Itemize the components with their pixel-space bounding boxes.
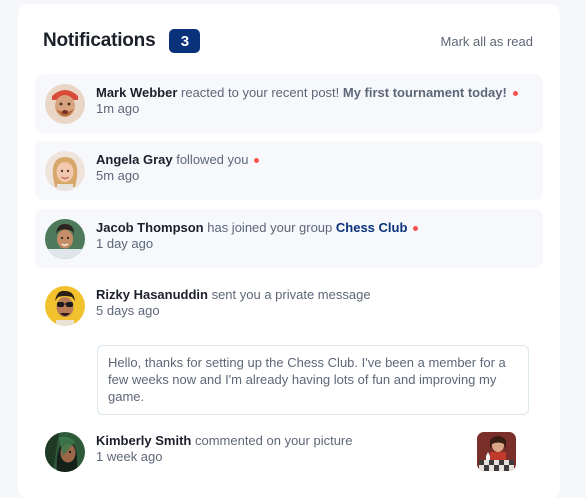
title-wrap: Notifications 3 <box>43 29 201 53</box>
notification-time: 5 days ago <box>96 303 160 318</box>
avatar-jacob-thompson[interactable] <box>45 219 85 259</box>
user-name-link[interactable]: Rizky Hasanuddin <box>96 287 208 302</box>
notification-action: reacted to your recent post! <box>177 85 343 100</box>
notification-text: Mark Webber reacted to your recent post!… <box>96 85 531 101</box>
notification-action: sent you a private message <box>207 287 371 302</box>
notification-item[interactable]: Rizky Hasanuddin sent you a private mess… <box>35 276 543 335</box>
notification-text: Jacob Thompson has joined your group Che… <box>96 220 531 236</box>
mark-all-read-button[interactable]: Mark all as read <box>441 34 533 49</box>
notification-time: 5m ago <box>96 168 140 183</box>
avatar-rizky-hasanuddin[interactable] <box>45 286 85 326</box>
notification-item[interactable]: Jacob Thompson has joined your group Che… <box>35 209 543 268</box>
notifications-card: Notifications 3 Mark all as read Mark We… <box>18 4 560 498</box>
notification-text: Angela Gray followed you <box>96 152 531 168</box>
unread-count-badge: 3 <box>169 29 201 53</box>
unread-dot <box>254 158 260 164</box>
notification-text: Kimberly Smith commented on your picture <box>96 433 531 449</box>
post-link[interactable]: My first tournament today! <box>343 85 507 100</box>
notification-action: followed you <box>172 152 249 167</box>
user-name-link[interactable]: Kimberly Smith <box>96 433 191 448</box>
notification-action: has joined your group <box>203 220 336 235</box>
group-link[interactable]: Chess Club <box>336 220 408 235</box>
notification-item[interactable]: Kimberly Smith commented on your picture… <box>35 422 543 482</box>
user-name-link[interactable]: Jacob Thompson <box>96 220 204 235</box>
notification-action: commented on your picture <box>191 433 353 448</box>
notification-time: 1m ago <box>96 101 140 116</box>
notification-item[interactable]: Angela Gray followed you 5m ago <box>35 141 543 200</box>
notifications-header: Notifications 3 Mark all as read <box>43 24 535 58</box>
notification-time: 1 day ago <box>96 236 154 251</box>
notification-time: 1 week ago <box>96 449 163 464</box>
user-name-link[interactable]: Angela Gray <box>96 152 173 167</box>
user-name-link[interactable]: Mark Webber <box>96 85 177 100</box>
unread-dot <box>512 91 518 97</box>
unread-dot <box>413 226 419 232</box>
page-title: Notifications <box>43 30 156 51</box>
notification-item[interactable]: Mark Webber reacted to your recent post!… <box>35 74 543 133</box>
chess-picture-thumbnail[interactable] <box>477 432 516 471</box>
avatar-kimberly-smith[interactable] <box>45 432 85 472</box>
private-message[interactable]: Hello, thanks for setting up the Chess C… <box>97 345 529 415</box>
avatar-angela-gray[interactable] <box>45 151 85 191</box>
notification-text: Rizky Hasanuddin sent you a private mess… <box>96 287 531 303</box>
avatar-mark-webber[interactable] <box>45 84 85 124</box>
